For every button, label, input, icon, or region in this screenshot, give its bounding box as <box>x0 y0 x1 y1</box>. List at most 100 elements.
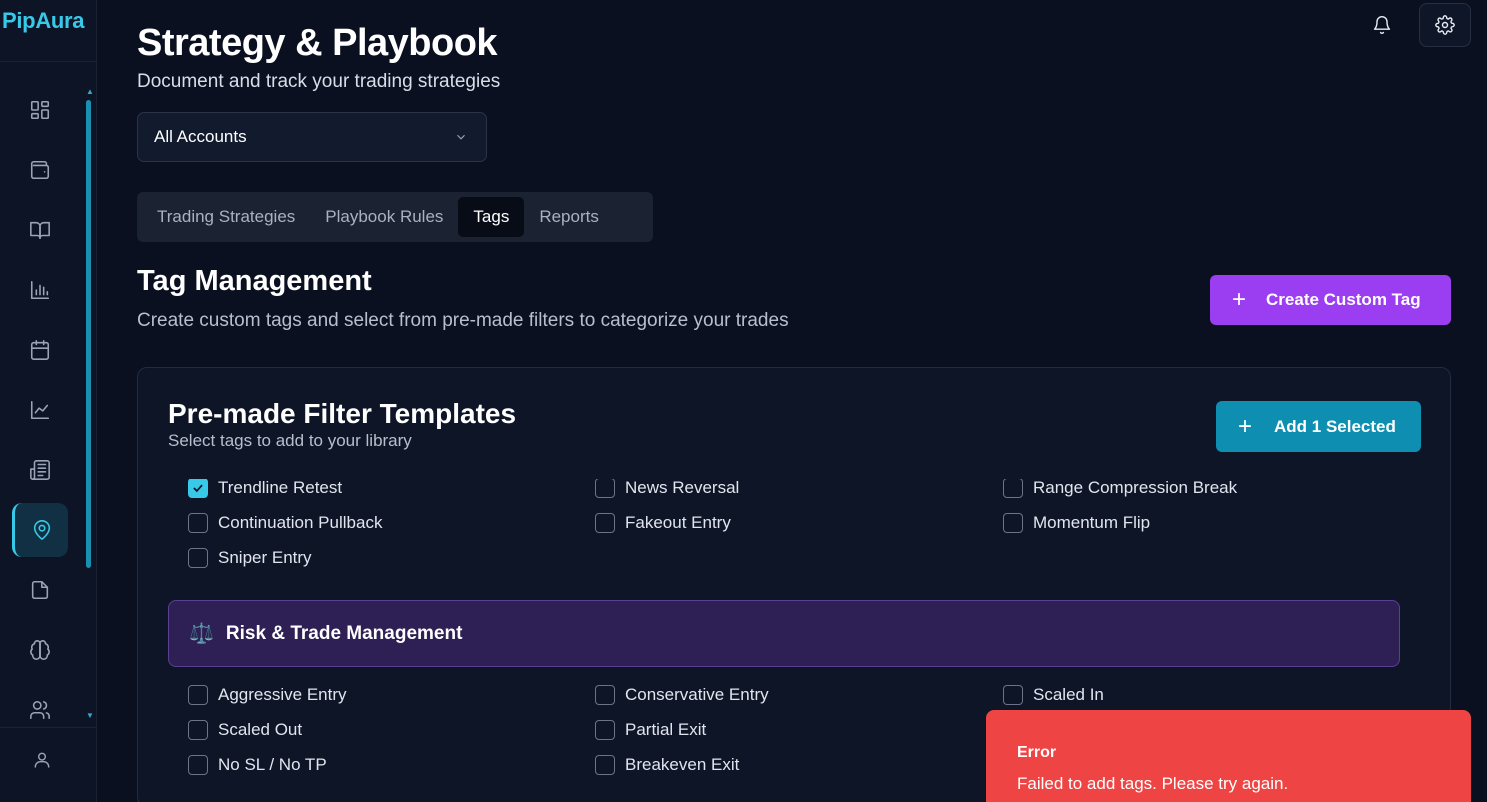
notifications-button[interactable] <box>1372 15 1396 39</box>
tag-label: Trendline Retest <box>218 479 343 497</box>
tag-label: Partial Exit <box>625 720 707 739</box>
checkbox[interactable] <box>595 720 615 740</box>
sidebar-item-notes[interactable] <box>12 563 68 617</box>
calendar-icon <box>30 340 50 360</box>
checkbox[interactable] <box>1003 479 1023 498</box>
wallet-icon <box>30 160 50 180</box>
page-title: Strategy & Playbook <box>137 22 498 64</box>
tag-option[interactable]: News Reversal <box>595 479 739 499</box>
tab-playbook-rules[interactable]: Playbook Rules <box>310 197 458 237</box>
tag-option[interactable]: Trendline Retest <box>188 479 342 499</box>
newspaper-icon <box>30 460 50 480</box>
checkbox[interactable] <box>188 755 208 775</box>
add-selected-button[interactable]: + Add 1 Selected <box>1216 401 1421 452</box>
sidebar-item-dashboard[interactable] <box>12 83 68 137</box>
section-subtitle: Create custom tags and select from pre-m… <box>137 310 789 331</box>
scroll-down-arrow-icon[interactable]: ▼ <box>86 712 94 720</box>
tag-label: Scaled Out <box>218 720 303 739</box>
tag-option[interactable]: Partial Exit <box>595 719 706 741</box>
sidebar-item-news[interactable] <box>12 443 68 497</box>
sidebar-item-ai[interactable] <box>12 623 68 677</box>
users-icon <box>30 700 50 720</box>
gear-icon <box>1435 15 1455 35</box>
checkbox[interactable] <box>595 755 615 775</box>
tab-trading-strategies[interactable]: Trading Strategies <box>142 197 310 237</box>
risk-management-section-header: ⚖️ Risk & Trade Management <box>168 600 1400 667</box>
section-title: Tag Management <box>137 265 372 297</box>
check-icon <box>193 484 203 493</box>
tag-label: Conservative Entry <box>625 685 769 704</box>
tag-label: No SL / No TP <box>218 755 327 774</box>
checkbox[interactable] <box>188 513 208 533</box>
tab-bar: Trading Strategies Playbook Rules Tags R… <box>137 192 653 242</box>
checkbox[interactable] <box>188 720 208 740</box>
create-custom-tag-label: Create Custom Tag <box>1266 290 1421 309</box>
tag-option[interactable]: No SL / No TP <box>188 754 327 776</box>
sidebar: PipAura ▲ ▼ <box>0 0 97 802</box>
profile-button[interactable] <box>30 748 54 772</box>
tag-option[interactable]: Breakeven Exit <box>595 754 739 776</box>
sidebar-item-calendar[interactable] <box>12 323 68 377</box>
account-select[interactable]: All Accounts <box>137 112 487 162</box>
tag-label: News Reversal <box>625 479 740 497</box>
sidebar-item-performance[interactable] <box>12 383 68 437</box>
settings-button[interactable] <box>1419 3 1471 47</box>
checkbox[interactable] <box>188 685 208 705</box>
tag-option[interactable]: Scaled Out <box>188 719 302 741</box>
tag-option[interactable]: Sniper Entry <box>188 547 312 569</box>
card-title: Pre-made Filter Templates <box>168 398 517 429</box>
sidebar-scrollbar[interactable]: ▲ ▼ <box>86 88 94 720</box>
app-logo[interactable]: PipAura <box>2 8 85 34</box>
account-select-value: All Accounts <box>154 127 247 146</box>
tag-label: Sniper Entry <box>218 548 312 567</box>
sidebar-divider <box>0 61 97 62</box>
risk-section-title: Risk & Trade Management <box>225 622 463 644</box>
brain-icon <box>30 640 50 660</box>
scroll-up-arrow-icon[interactable]: ▲ <box>86 88 94 96</box>
checkbox[interactable] <box>188 548 208 568</box>
tab-tags[interactable]: Tags <box>458 197 525 237</box>
tag-label: Momentum Flip <box>1033 513 1151 532</box>
dashboard-icon <box>30 100 50 120</box>
sidebar-item-strategy[interactable] <box>12 503 68 557</box>
tag-option[interactable]: Aggressive Entry <box>188 684 347 706</box>
checkbox-checked[interactable] <box>188 479 208 498</box>
document-icon <box>31 580 49 600</box>
add-selected-label: Add 1 Selected <box>1274 416 1396 436</box>
tag-option[interactable]: Scaled In <box>1003 684 1104 706</box>
create-custom-tag-button[interactable]: + Create Custom Tag <box>1210 275 1451 325</box>
tag-option[interactable]: Conservative Entry <box>595 684 769 706</box>
page-subtitle: Document and track your trading strategi… <box>137 71 501 92</box>
toast-message: Failed to add tags. Please try again. <box>1017 774 1289 793</box>
tag-option[interactable]: Continuation Pullback <box>188 512 382 534</box>
checkbox[interactable] <box>1003 685 1023 705</box>
tag-label: Fakeout Entry <box>625 513 731 532</box>
toast-title: Error <box>1017 744 1057 761</box>
plus-icon: + <box>1238 412 1253 440</box>
chevron-down-icon <box>454 129 468 143</box>
checkbox[interactable] <box>1003 513 1023 533</box>
sidebar-item-analytics[interactable] <box>12 263 68 317</box>
checkbox[interactable] <box>595 479 615 498</box>
tag-option[interactable]: Momentum Flip <box>1003 512 1150 534</box>
sidebar-divider <box>0 727 97 728</box>
error-toast[interactable]: Error Failed to add tags. Please try aga… <box>986 710 1471 802</box>
tag-label: Continuation Pullback <box>218 513 383 532</box>
map-pin-icon <box>33 520 50 540</box>
tag-label: Scaled In <box>1033 685 1104 704</box>
checkbox[interactable] <box>595 513 615 533</box>
scroll-thumb[interactable] <box>86 100 91 568</box>
sidebar-item-wallet[interactable] <box>12 143 68 197</box>
checkbox[interactable] <box>595 685 615 705</box>
card-subtitle: Select tags to add to your library <box>168 431 412 450</box>
sidebar-item-journal[interactable] <box>12 203 68 257</box>
tag-option[interactable]: Range Compression Break <box>1003 479 1237 499</box>
tag-label: Breakeven Exit <box>625 755 740 774</box>
journal-book-icon <box>30 221 50 240</box>
entry-tags-scroll-area[interactable]: Trendline Retest News Reversal Range Com… <box>138 479 1450 599</box>
tag-label: Range Compression Break <box>1033 479 1238 497</box>
tab-reports[interactable]: Reports <box>524 197 614 237</box>
line-chart-icon <box>30 400 50 420</box>
tag-option[interactable]: Fakeout Entry <box>595 512 731 534</box>
sidebar-item-community[interactable] <box>12 683 68 737</box>
